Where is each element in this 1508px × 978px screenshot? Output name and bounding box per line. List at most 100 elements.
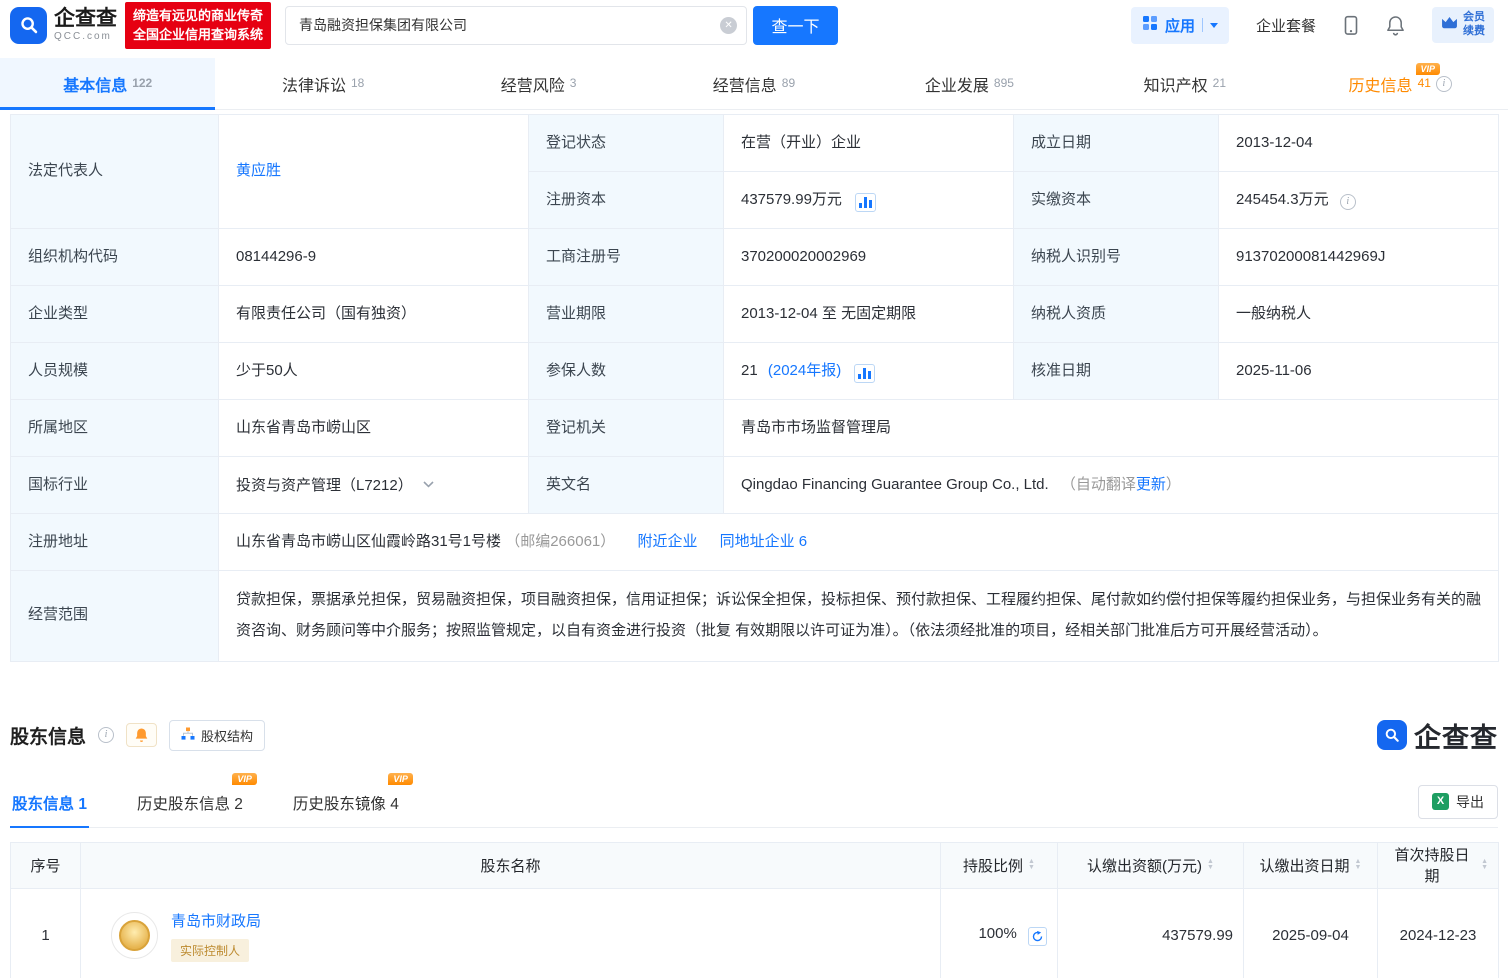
sort-icon[interactable]: ▲▼ bbox=[1355, 859, 1362, 871]
paid-capital-value: 245454.3万元 bbox=[1236, 191, 1329, 208]
tab-operation-info[interactable]: 经营信息 89 bbox=[646, 58, 861, 109]
search-input[interactable] bbox=[285, 6, 747, 45]
field-label-address: 注册地址 bbox=[11, 514, 219, 571]
field-label-scope: 经营范围 bbox=[11, 571, 219, 662]
col-subscribed-date[interactable]: 认缴出资日期▲▼ bbox=[1244, 842, 1378, 888]
chevron-down-icon bbox=[1210, 23, 1218, 28]
tab-count: 21 bbox=[1213, 76, 1226, 90]
main-tab-bar: 基本信息 122 法律诉讼 18 经营风险 3 经营信息 89 企业发展 895… bbox=[0, 58, 1508, 110]
enterprise-package-link[interactable]: 企业套餐 bbox=[1256, 15, 1316, 36]
row-index: 1 bbox=[11, 888, 81, 978]
tab-count: 895 bbox=[994, 76, 1014, 90]
member-line-2: 续费 bbox=[1463, 25, 1485, 39]
field-label-region: 所属地区 bbox=[11, 400, 219, 457]
col-ratio[interactable]: 持股比例▲▼ bbox=[941, 842, 1058, 888]
en-name-value: Qingdao Financing Guarantee Group Co., L… bbox=[741, 476, 1049, 493]
subtab-shareholders[interactable]: 股东信息 1 bbox=[10, 786, 89, 827]
nearby-companies-link[interactable]: 附近企业 bbox=[637, 533, 697, 550]
qcc-watermark-text: 企查查 bbox=[1414, 716, 1498, 755]
shareholders-title: 股东信息 bbox=[10, 722, 86, 749]
tab-count: 3 bbox=[570, 76, 577, 90]
shareholders-section-header: 股东信息 i 股权结构 企查查 bbox=[10, 716, 1498, 755]
tab-intellectual-property[interactable]: 知识产权 21 bbox=[1077, 58, 1292, 109]
history-help-icon[interactable]: i bbox=[1436, 76, 1452, 92]
vip-badge: VIP bbox=[1416, 63, 1441, 75]
col-shareholder-name: 股东名称 bbox=[81, 842, 941, 888]
translate-update-link[interactable]: 更新 bbox=[1136, 476, 1166, 493]
notifications-bell-icon[interactable] bbox=[1386, 15, 1405, 36]
apps-grid-icon bbox=[1142, 15, 1158, 35]
shareholder-avatar bbox=[111, 912, 158, 959]
annual-report-link[interactable]: (2024年报) bbox=[768, 362, 841, 379]
org-code-value: 08144296-9 bbox=[219, 229, 529, 286]
subtab-history-shareholders[interactable]: 历史股东信息 2 VIP bbox=[135, 786, 245, 827]
reg-capital-value: 437579.99万元 bbox=[741, 191, 842, 208]
legal-rep-link[interactable]: 黄应胜 bbox=[236, 162, 281, 179]
member-line-1: 会员 bbox=[1463, 11, 1485, 25]
search-button[interactable]: 查一下 bbox=[753, 6, 838, 45]
est-date-value: 2013-12-04 bbox=[1219, 115, 1499, 172]
capital-trend-chart-icon[interactable] bbox=[855, 193, 876, 212]
reg-authority-value: 青岛市市场监督管理局 bbox=[724, 400, 1499, 457]
sort-icon[interactable]: ▲▼ bbox=[1028, 859, 1035, 871]
equity-structure-label: 股权结构 bbox=[201, 726, 253, 745]
export-button[interactable]: X 导出 bbox=[1418, 785, 1498, 819]
tab-count: 41 bbox=[1418, 76, 1431, 90]
business-scope-value: 贷款担保，票据承兑担保，贸易融资担保，项目融资担保，信用证担保；诉讼保全担保，投… bbox=[219, 571, 1499, 662]
tab-legal-litigation[interactable]: 法律诉讼 18 bbox=[215, 58, 430, 109]
insured-num-value: 21 bbox=[741, 362, 758, 379]
table-row: 人员规模 少于50人 参保人数 21 (2024年报) 核准日期 2025-11… bbox=[11, 343, 1499, 400]
tab-count: 122 bbox=[132, 76, 152, 90]
insured-trend-chart-icon[interactable] bbox=[854, 364, 875, 383]
sort-icon[interactable]: ▲▼ bbox=[1481, 859, 1488, 871]
field-label-paid-capital: 实缴资本 bbox=[1014, 172, 1219, 229]
org-chart-icon bbox=[181, 727, 195, 744]
tab-basic-info[interactable]: 基本信息 122 bbox=[0, 58, 215, 109]
apps-menu-button[interactable]: 应用 bbox=[1131, 7, 1229, 44]
monitor-bell-button[interactable] bbox=[126, 723, 157, 747]
crown-icon bbox=[1441, 16, 1458, 34]
field-label-est-date: 成立日期 bbox=[1014, 115, 1219, 172]
col-first-holding-date[interactable]: 首次持股日期▲▼ bbox=[1378, 842, 1499, 888]
subtab-count: 4 bbox=[390, 796, 399, 813]
reg-status-value: 在营（开业）企业 bbox=[724, 115, 1014, 172]
shareholder-name-link[interactable]: 青岛市财政局 bbox=[171, 913, 261, 930]
paid-capital-help-icon[interactable]: i bbox=[1340, 194, 1356, 210]
slogan-line-1: 缔造有远见的商业传奇 bbox=[133, 6, 263, 26]
subtab-history-shareholder-mirror[interactable]: 历史股东镜像 4 VIP bbox=[291, 786, 401, 827]
qcc-logo[interactable]: 企查查 QCC.com bbox=[10, 7, 117, 44]
same-address-companies-link[interactable]: 同地址企业 6 bbox=[720, 533, 808, 550]
industry-value: 投资与资产管理（L7212） bbox=[236, 477, 413, 494]
tab-count: 89 bbox=[782, 76, 795, 90]
shareholders-tab-bar: 股东信息 1 历史股东信息 2 VIP 历史股东镜像 4 VIP X 导出 bbox=[10, 785, 1498, 828]
col-subscribed-amount[interactable]: 认缴出资额(万元)▲▼ bbox=[1058, 842, 1244, 888]
equity-structure-button[interactable]: 股权结构 bbox=[169, 720, 265, 751]
qcc-watermark-icon bbox=[1377, 720, 1407, 750]
subscribed-date-value: 2025-09-04 bbox=[1244, 888, 1378, 978]
divider bbox=[1202, 18, 1203, 32]
tab-label: 企业发展 bbox=[925, 72, 989, 96]
field-label-legal-rep: 法定代表人 bbox=[11, 115, 219, 229]
qcc-logo-icon bbox=[10, 7, 47, 44]
amount-value: 437579.99 bbox=[1058, 888, 1244, 978]
tab-company-development[interactable]: 企业发展 895 bbox=[862, 58, 1077, 109]
table-row: 所属地区 山东省青岛市崂山区 登记机关 青岛市市场监督管理局 bbox=[11, 400, 1499, 457]
equity-penetration-icon[interactable] bbox=[1028, 927, 1047, 946]
field-label-org-code: 组织机构代码 bbox=[11, 229, 219, 286]
basic-info-table: 法定代表人 黄应胜 登记状态 在营（开业）企业 成立日期 2013-12-04 … bbox=[10, 114, 1499, 662]
subtab-count: 1 bbox=[78, 796, 87, 813]
industry-expand-chevron-icon[interactable] bbox=[423, 475, 434, 492]
mobile-app-icon[interactable] bbox=[1343, 15, 1359, 36]
col-index: 序号 bbox=[11, 842, 81, 888]
sort-icon[interactable]: ▲▼ bbox=[1207, 859, 1214, 871]
tab-history-info[interactable]: 历史信息 41 VIP i bbox=[1293, 58, 1508, 109]
shareholders-help-icon[interactable]: i bbox=[98, 727, 114, 743]
field-label-tax-qual: 纳税人资质 bbox=[1014, 286, 1219, 343]
logo-domain: QCC.com bbox=[54, 32, 117, 42]
clear-search-icon[interactable]: ✕ bbox=[720, 17, 737, 34]
slogan-line-2: 全国企业信用查询系统 bbox=[133, 25, 263, 45]
field-label-reg-status: 登记状态 bbox=[529, 115, 724, 172]
table-row: 企业类型 有限责任公司（国有独资） 营业期限 2013-12-04 至 无固定期… bbox=[11, 286, 1499, 343]
tab-operation-risk[interactable]: 经营风险 3 bbox=[431, 58, 646, 109]
member-renew-button[interactable]: 会员 续费 bbox=[1432, 7, 1494, 43]
